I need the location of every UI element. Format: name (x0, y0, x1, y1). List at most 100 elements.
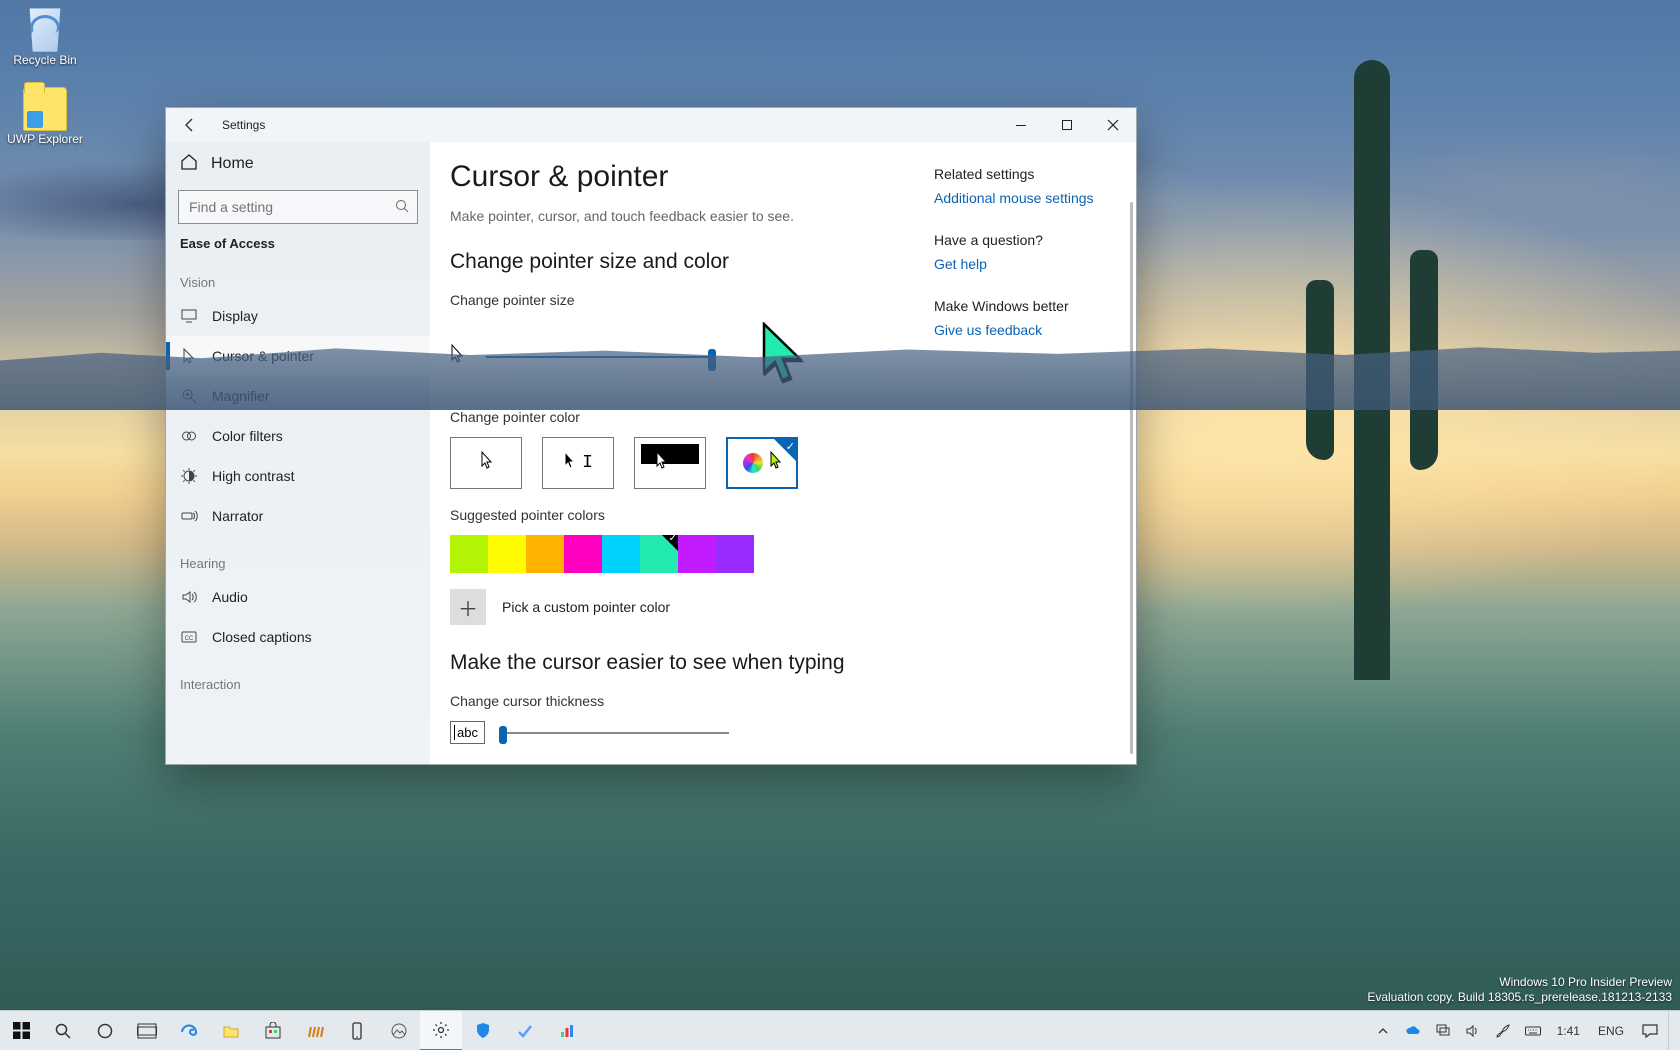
sidebar-item-label: Color filters (212, 428, 283, 444)
cursor-icon (180, 347, 198, 365)
cc-icon: CC (180, 628, 198, 646)
sidebar-item-narrator[interactable]: Narrator (166, 496, 430, 536)
sidebar-item-magnifier[interactable]: Magnifier (166, 376, 430, 416)
color-swatch[interactable] (564, 535, 602, 573)
color-swatch[interactable] (716, 535, 754, 573)
search-icon (394, 198, 410, 219)
taskbar-store[interactable] (252, 1011, 294, 1050)
sidebar-item-cursor-pointer[interactable]: Cursor & pointer (166, 336, 430, 376)
sidebar-group-hearing: Hearing (166, 536, 430, 577)
pointer-inverted-icon (655, 451, 668, 475)
desktop-icon-recycle-bin[interactable]: Recycle Bin (6, 8, 84, 67)
cursor-thickness-preview: abc (450, 721, 485, 744)
taskbar-security[interactable] (462, 1011, 504, 1050)
wallpaper-saguaro (1354, 60, 1390, 680)
sidebar-item-color-filters[interactable]: Color filters (166, 416, 430, 456)
systray-keyboard[interactable] (1519, 1011, 1547, 1050)
display-icon (180, 307, 198, 325)
pointer-size-slider[interactable] (486, 345, 716, 369)
maximize-button[interactable] (1044, 108, 1090, 142)
pointer-colored-icon (769, 451, 782, 475)
taskbar-search[interactable] (42, 1011, 84, 1050)
color-swatch[interactable] (678, 535, 716, 573)
ibeam-icon: I (674, 453, 685, 473)
svg-text:CC: CC (185, 636, 194, 642)
sidebar-item-label: High contrast (212, 468, 294, 484)
back-button[interactable] (176, 111, 204, 139)
label-cursor-thickness: Change cursor thickness (450, 693, 1116, 709)
desktop-icon-uwp-explorer[interactable]: UWP Explorer (6, 87, 84, 146)
color-option-custom[interactable]: ✓ (726, 437, 798, 489)
titlebar[interactable]: Settings (166, 108, 1136, 142)
link-give-feedback[interactable]: Give us feedback (934, 322, 1114, 338)
systray-volume[interactable] (1459, 1011, 1487, 1050)
taskbar-app-1[interactable] (294, 1011, 336, 1050)
show-desktop[interactable] (1668, 1011, 1676, 1050)
taskbar-settings[interactable] (420, 1011, 462, 1050)
sidebar-home-label: Home (211, 155, 254, 173)
sidebar-section-title: Ease of Access (166, 224, 430, 255)
systray-action-center[interactable] (1634, 1011, 1666, 1050)
link-get-help[interactable]: Get help (934, 256, 1114, 272)
related-links-panel: Related settings Additional mouse settin… (934, 166, 1114, 338)
sidebar-item-label: Display (212, 308, 258, 324)
search-input[interactable] (178, 190, 418, 224)
taskbar-edge[interactable] (168, 1011, 210, 1050)
sidebar-item-label: Closed captions (212, 629, 312, 645)
audio-icon (180, 588, 198, 606)
color-swatch[interactable] (640, 535, 678, 573)
sidebar-item-high-contrast[interactable]: High contrast (166, 456, 430, 496)
close-button[interactable] (1090, 108, 1136, 142)
taskbar-taskview[interactable] (126, 1011, 168, 1050)
sidebar-item-display[interactable]: Display (166, 296, 430, 336)
pick-custom-label: Pick a custom pointer color (502, 599, 670, 615)
start-button[interactable] (0, 1011, 42, 1050)
plus-button[interactable]: ＋ (450, 589, 486, 625)
color-option-white[interactable] (450, 437, 522, 489)
desktop-icon-label: Recycle Bin (13, 54, 76, 67)
settings-window: Settings Home (165, 107, 1137, 765)
taskbar-cortana[interactable] (84, 1011, 126, 1050)
link-additional-mouse-settings[interactable]: Additional mouse settings (934, 190, 1114, 206)
related-heading: Related settings (934, 166, 1114, 182)
check-icon: ✓ (786, 440, 795, 453)
color-swatch[interactable] (526, 535, 564, 573)
taskbar-photos[interactable] (378, 1011, 420, 1050)
question-heading: Have a question? (934, 232, 1114, 248)
systray-onedrive[interactable] (1399, 1011, 1427, 1050)
color-swatch-row (450, 535, 1116, 573)
minimize-button[interactable] (998, 108, 1044, 142)
scrollbar[interactable] (1130, 202, 1133, 754)
color-option-inverted[interactable]: I (634, 437, 706, 489)
systray-time[interactable]: 1:41 (1549, 1011, 1588, 1050)
window-title: Settings (222, 118, 265, 132)
sidebar-item-closed-captions[interactable]: CC Closed captions (166, 617, 430, 657)
taskbar-phone[interactable] (336, 1011, 378, 1050)
color-wheel-icon (743, 453, 763, 473)
label-pointer-color: Change pointer color (450, 409, 1116, 425)
recycle-bin-icon (23, 8, 67, 52)
settings-content: Cursor & pointer Make pointer, cursor, a… (430, 142, 1136, 764)
pointer-white-icon (480, 451, 493, 475)
settings-sidebar: Home Ease of Access Vision Display Curso (166, 142, 430, 764)
color-option-black[interactable]: I (542, 437, 614, 489)
color-swatch[interactable] (450, 535, 488, 573)
systray-language[interactable]: ENG (1590, 1011, 1632, 1050)
systray-network[interactable] (1429, 1011, 1457, 1050)
taskbar-chart[interactable] (546, 1011, 588, 1050)
folder-icon (23, 87, 67, 131)
sidebar-item-label: Cursor & pointer (212, 348, 314, 364)
color-swatch[interactable] (602, 535, 640, 573)
section-typing-cursor: Make the cursor easier to see when typin… (450, 651, 1116, 675)
color-swatch[interactable] (488, 535, 526, 573)
build-watermark: Windows 10 Pro Insider Preview Evaluatio… (1367, 975, 1672, 1006)
sidebar-home[interactable]: Home (166, 142, 430, 186)
systray-chevron[interactable] (1369, 1011, 1397, 1050)
sidebar-item-audio[interactable]: Audio (166, 577, 430, 617)
systray-pen[interactable] (1489, 1011, 1517, 1050)
taskbar-explorer[interactable] (210, 1011, 252, 1050)
pick-custom-color[interactable]: ＋ Pick a custom pointer color (450, 589, 1116, 625)
magnifier-icon (180, 387, 198, 405)
taskbar-todo[interactable] (504, 1011, 546, 1050)
cursor-thickness-slider[interactable] (499, 724, 729, 742)
